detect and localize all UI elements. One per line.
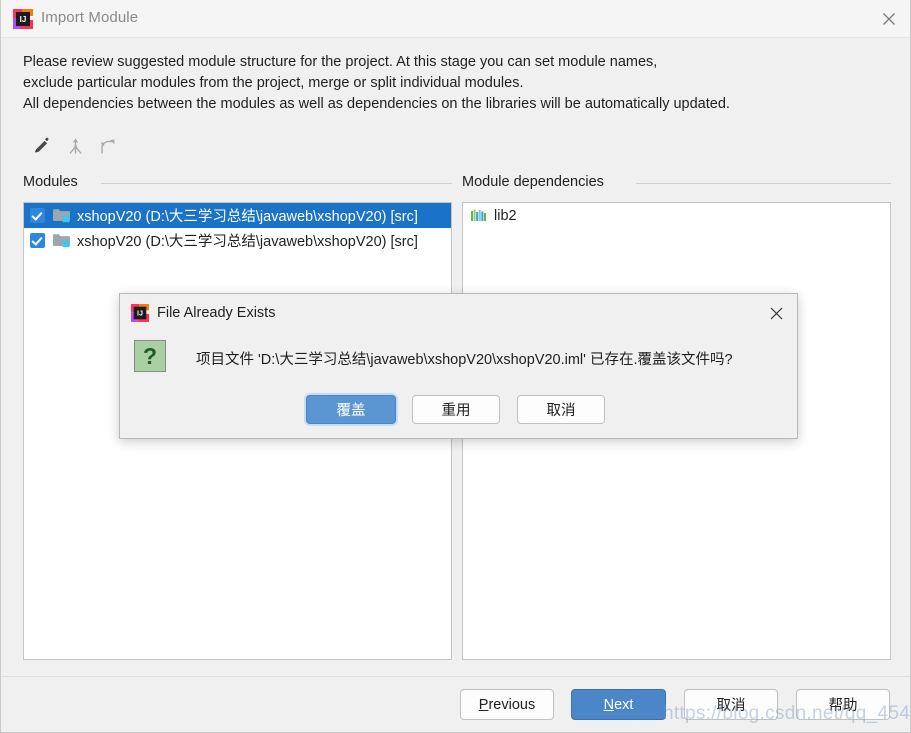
module-checkbox[interactable] [30, 233, 45, 248]
folder-icon [53, 209, 70, 223]
close-icon[interactable] [759, 298, 793, 328]
dialog-message: 项目文件 'D:\大三学习总结\javaweb\xshopV20\xshopV2… [196, 352, 733, 368]
dialog-titlebar: IJ File Already Exists [120, 294, 797, 332]
folder-icon [53, 234, 70, 248]
window-title: Import Module [41, 9, 139, 26]
description-text: Please review suggested module structure… [23, 54, 730, 112]
merge-modules-icon[interactable] [61, 132, 89, 160]
next-mnemonic: N [603, 696, 615, 713]
dependencies-section-label: Module dependencies [462, 174, 604, 190]
module-toolbar [27, 132, 207, 160]
previous-button[interactable]: Previous [460, 689, 554, 720]
svg-text:?: ? [143, 343, 157, 369]
svg-text:IJ: IJ [137, 309, 143, 318]
import-module-window: IJ Import Module Please review suggested… [0, 0, 911, 733]
list-item[interactable]: lib2 [463, 203, 890, 228]
module-checkbox[interactable] [30, 208, 45, 223]
next-button[interactable]: Next [571, 689, 666, 720]
modules-section-rule [101, 183, 452, 184]
intellij-idea-logo-icon: IJ [13, 9, 33, 29]
dependency-label: lib2 [494, 207, 517, 224]
reuse-button[interactable]: 重用 [412, 395, 500, 424]
question-icon: ? [134, 340, 166, 372]
dialog-title: File Already Exists [157, 305, 276, 321]
window-titlebar: IJ Import Module [1, 0, 910, 38]
intellij-idea-logo-icon: IJ [131, 304, 149, 322]
table-row[interactable]: xshopV20 (D:\大三学习总结\javaweb\xshopV20) [s… [24, 203, 451, 228]
split-module-icon[interactable] [93, 132, 121, 160]
cancel-button[interactable]: 取消 [684, 689, 778, 720]
modules-section-label: Modules [23, 174, 78, 190]
help-button[interactable]: 帮助 [796, 689, 890, 720]
previous-mnemonic: P [478, 696, 489, 713]
next-label-rest: ext [614, 696, 634, 713]
dialog-cancel-button[interactable]: 取消 [517, 395, 605, 424]
edit-pencil-icon[interactable] [27, 132, 55, 160]
svg-text:IJ: IJ [20, 15, 27, 24]
close-icon[interactable] [866, 0, 910, 37]
previous-label-rest: revious [488, 696, 536, 713]
module-path-label: xshopV20 (D:\大三学习总结\javaweb\xshopV20) [s… [77, 234, 418, 250]
library-icon [471, 209, 486, 221]
overwrite-button[interactable]: 覆盖 [306, 395, 396, 424]
table-row[interactable]: xshopV20 (D:\大三学习总结\javaweb\xshopV20) [s… [24, 228, 451, 253]
footer-divider [2, 676, 910, 677]
module-path-label: xshopV20 (D:\大三学习总结\javaweb\xshopV20) [s… [77, 209, 418, 225]
dependencies-section-rule [636, 183, 891, 184]
